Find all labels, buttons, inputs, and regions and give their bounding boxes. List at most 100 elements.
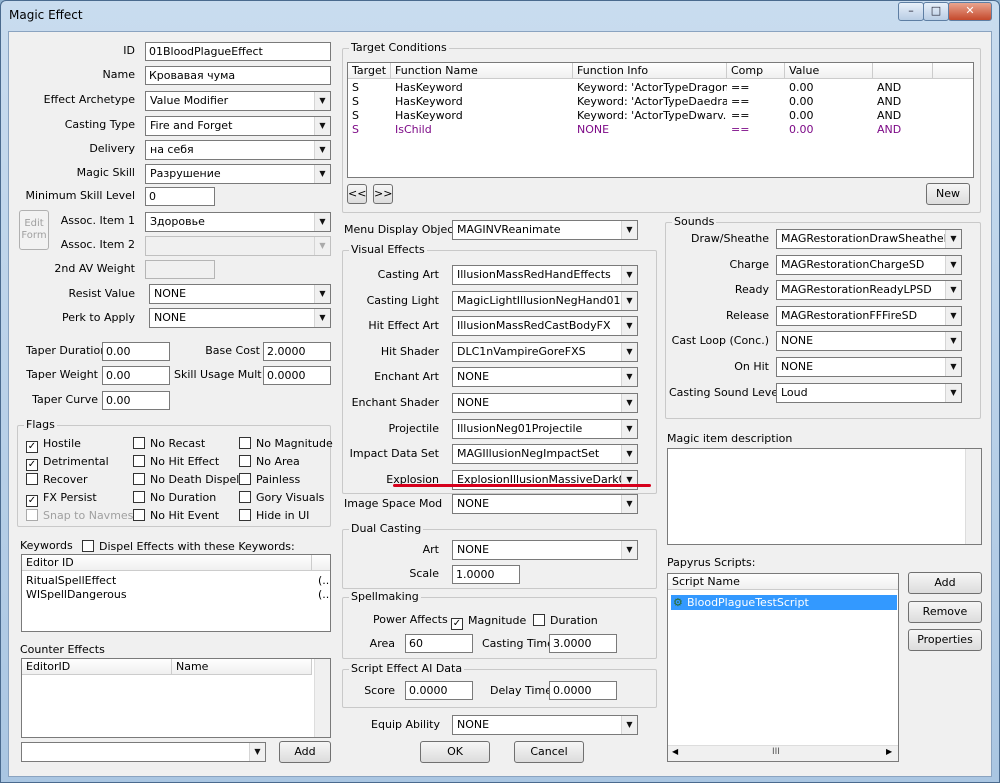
counter-col-name[interactable]: Name: [172, 659, 312, 675]
table-row[interactable]: S HasKeyword Keyword: 'ActorTypeDwarv... ==…: [348, 109, 973, 123]
keywords-col-extra[interactable]: [312, 555, 330, 571]
flag-checkbox[interactable]: Painless: [239, 473, 300, 486]
score-field[interactable]: 0.0000: [405, 681, 473, 700]
close-button[interactable]: ✕: [948, 2, 992, 21]
table-row[interactable]: S HasKeyword Keyword: 'ActorTypeDaedra' == 0…: [348, 95, 973, 109]
new-condition-button[interactable]: New: [926, 183, 970, 205]
table-row[interactable]: S HasKeyword Keyword: 'ActorTypeDragon' == 0…: [348, 81, 973, 95]
flag-checkbox[interactable]: Gory Visuals: [239, 491, 324, 504]
dual-scale-field[interactable]: 1.0000: [452, 565, 520, 584]
base-cost-field[interactable]: 2.0000: [263, 342, 331, 361]
sound-field-select[interactable]: MAGRestorationFFFireSD ▼: [776, 305, 962, 326]
sound-field-select[interactable]: MAGRestorationDrawSheatheLPM! ▼: [776, 229, 962, 249]
scroll-left-icon[interactable]: ◀: [672, 747, 678, 756]
flag-checkbox[interactable]: ✓ FX Persist: [26, 491, 97, 507]
flag-checkbox[interactable]: No Hit Event: [133, 509, 219, 522]
av-weight-field[interactable]: [145, 260, 215, 279]
sound-field-select[interactable]: MAGRestorationReadyLPSD ▼: [776, 280, 962, 301]
flag-checkbox[interactable]: No Recast: [133, 437, 205, 450]
script-properties-button[interactable]: Properties: [908, 629, 982, 651]
col-value[interactable]: Value: [785, 63, 873, 79]
col-comp[interactable]: Comp: [727, 63, 785, 79]
menu-display-select[interactable]: MAGINVReanimate ▼: [452, 220, 638, 240]
cancel-button[interactable]: Cancel: [514, 741, 584, 763]
image-space-select[interactable]: NONE ▼: [452, 494, 638, 514]
col-operator[interactable]: [873, 63, 933, 79]
casting-time-field[interactable]: 3.0000: [549, 634, 617, 653]
delivery-select[interactable]: на себя ▼: [145, 140, 331, 160]
flag-checkbox[interactable]: No Duration: [133, 491, 216, 504]
flag-checkbox[interactable]: Hide in UI: [239, 509, 309, 522]
assoc-item-1-select[interactable]: Здоровье ▼: [145, 212, 331, 232]
next-button[interactable]: >>: [373, 184, 393, 204]
description-scrollbar[interactable]: [965, 449, 981, 544]
minimize-button[interactable]: –: [898, 2, 924, 21]
flag-checkbox[interactable]: Recover: [26, 473, 88, 486]
sound-field-select[interactable]: Loud ▼: [776, 382, 962, 403]
archetype-select[interactable]: Value Modifier ▼: [145, 91, 331, 111]
ok-button[interactable]: OK: [420, 741, 490, 763]
delay-time-field[interactable]: 0.0000: [549, 681, 617, 700]
keywords-list[interactable]: Editor ID RitualSpellEffect (... WISpell…: [21, 554, 331, 632]
conditions-table[interactable]: Target Function Name Function Info Comp …: [347, 62, 974, 178]
edit-form-button[interactable]: Edit Form: [19, 210, 49, 250]
visual-field-select[interactable]: MagicLightIllusionNegHand01 ▼: [452, 290, 638, 311]
counter-effect-select[interactable]: ▼: [21, 742, 266, 762]
visual-field-select[interactable]: DLC1nVampireGoreFXS ▼: [452, 341, 638, 362]
area-field[interactable]: 60: [405, 634, 473, 653]
sound-field-select[interactable]: NONE ▼: [776, 357, 962, 377]
counter-col-editorid[interactable]: EditorID: [22, 659, 172, 675]
flag-checkbox[interactable]: Snap to Navmesh: [26, 509, 140, 522]
visual-field-select[interactable]: IllusionNeg01Projectile ▼: [452, 418, 638, 439]
table-row[interactable]: S IsChild NONE == 0.00 AND: [348, 123, 973, 137]
duration-checkbox[interactable]: Duration: [533, 614, 598, 627]
script-add-button[interactable]: Add: [908, 572, 982, 594]
flag-checkbox[interactable]: ✓ Detrimental: [26, 455, 109, 471]
assoc-item-2-select[interactable]: ▼: [145, 236, 331, 256]
col-function-info[interactable]: Function Info: [573, 63, 727, 79]
dual-art-select[interactable]: NONE ▼: [452, 540, 638, 560]
scroll-right-icon[interactable]: ▶: [886, 747, 892, 756]
list-item[interactable]: RitualSpellEffect: [26, 574, 116, 587]
visual-field-select[interactable]: NONE ▼: [452, 367, 638, 388]
taper-weight-field[interactable]: 0.00: [102, 366, 170, 385]
sound-field-select[interactable]: MAGRestorationChargeSD ▼: [776, 254, 962, 275]
list-item[interactable]: WISpellDangerous: [26, 588, 127, 601]
papyrus-scripts-list[interactable]: Script Name ⚙ BloodPlagueTestScript ◀ II…: [667, 573, 899, 762]
magic-skill-select[interactable]: Разрушение ▼: [145, 164, 331, 184]
visual-field-select[interactable]: MAGIllusionNegImpactSet ▼: [452, 444, 638, 465]
selected-script-row[interactable]: ⚙ BloodPlagueTestScript: [671, 595, 897, 610]
dispel-keywords-checkbox[interactable]: Dispel Effects with these Keywords:: [82, 540, 295, 553]
min-skill-field[interactable]: 0: [145, 187, 215, 206]
name-field[interactable]: Кровавая чума: [145, 66, 331, 85]
title-bar[interactable]: Magic Effect – □ ✕: [1, 1, 999, 31]
papyrus-hscrollbar[interactable]: ◀ III ▶: [668, 745, 898, 761]
skill-usage-mult-field[interactable]: 0.0000: [263, 366, 331, 385]
col-script-name[interactable]: Script Name: [668, 574, 898, 590]
description-field[interactable]: [667, 448, 982, 545]
script-remove-button[interactable]: Remove: [908, 601, 982, 623]
sound-field-select[interactable]: NONE ▼: [776, 331, 962, 352]
flag-checkbox[interactable]: No Death Dispel: [133, 473, 239, 486]
scroll-thumb[interactable]: III: [772, 747, 780, 757]
taper-duration-field[interactable]: 0.00: [102, 342, 170, 361]
resist-value-select[interactable]: NONE ▼: [149, 284, 331, 304]
counter-add-button[interactable]: Add: [279, 741, 331, 763]
col-function-name[interactable]: Function Name: [391, 63, 573, 79]
flag-checkbox[interactable]: ✓ Hostile: [26, 437, 81, 453]
keywords-col-editor-id[interactable]: Editor ID: [22, 555, 312, 571]
counter-scrollbar[interactable]: [314, 659, 330, 737]
taper-curve-field[interactable]: 0.00: [102, 391, 170, 410]
flag-checkbox[interactable]: No Magnitude: [239, 437, 333, 450]
visual-field-select[interactable]: IllusionMassRedCastBodyFX ▼: [452, 316, 638, 337]
flag-checkbox[interactable]: No Area: [239, 455, 300, 468]
perk-select[interactable]: NONE ▼: [149, 308, 331, 328]
casting-type-select[interactable]: Fire and Forget ▼: [145, 116, 331, 136]
prev-button[interactable]: <<: [347, 184, 367, 204]
equip-ability-select[interactable]: NONE ▼: [452, 715, 638, 735]
flag-checkbox[interactable]: No Hit Effect: [133, 455, 219, 468]
maximize-button[interactable]: □: [923, 2, 949, 21]
id-field[interactable]: 01BloodPlagueEffect: [145, 42, 331, 61]
visual-field-select[interactable]: IllusionMassRedHandEffects ▼: [452, 265, 638, 285]
counter-effects-list[interactable]: EditorID Name: [21, 658, 331, 738]
